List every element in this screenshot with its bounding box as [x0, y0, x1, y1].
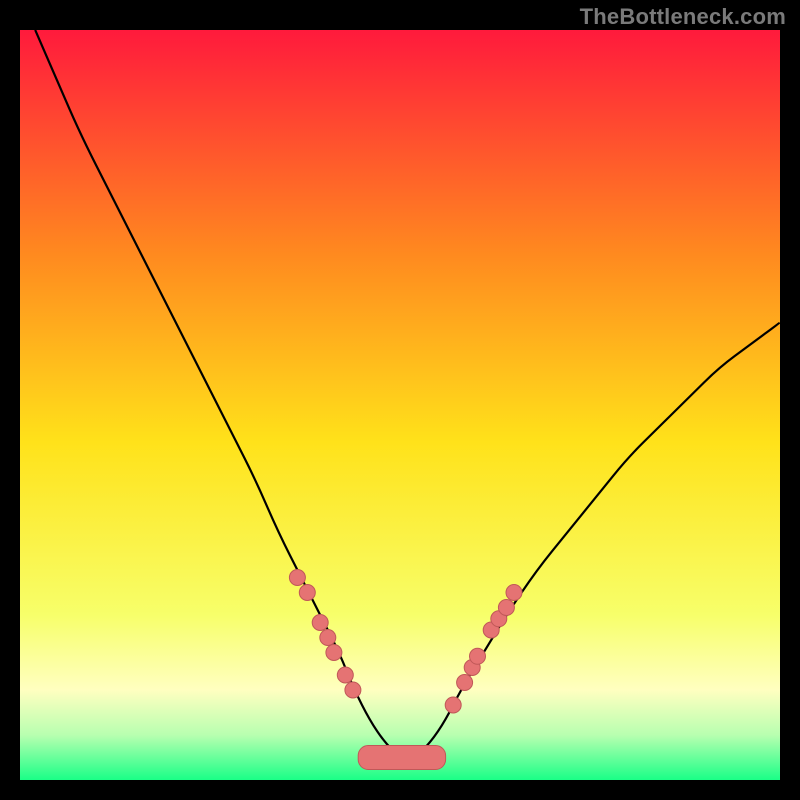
- gradient-background: [20, 30, 780, 780]
- marker-dot-right: [457, 675, 473, 691]
- marker-dot-left: [345, 682, 361, 698]
- marker-dot-left: [312, 615, 328, 631]
- marker-dot-left: [326, 645, 342, 661]
- optimal-band-marker: [358, 746, 445, 770]
- marker-dot-right: [470, 648, 486, 664]
- chart-frame: [20, 30, 780, 780]
- marker-dot-left: [320, 630, 336, 646]
- marker-dot-right: [506, 585, 522, 601]
- marker-dot-left: [299, 585, 315, 601]
- marker-dot-right: [498, 600, 514, 616]
- marker-dot-right: [445, 697, 461, 713]
- bottleneck-chart: [20, 30, 780, 780]
- marker-dot-left: [289, 570, 305, 586]
- watermark-text: TheBottleneck.com: [580, 4, 786, 30]
- chart-stage: TheBottleneck.com: [0, 0, 800, 800]
- marker-dot-left: [337, 667, 353, 683]
